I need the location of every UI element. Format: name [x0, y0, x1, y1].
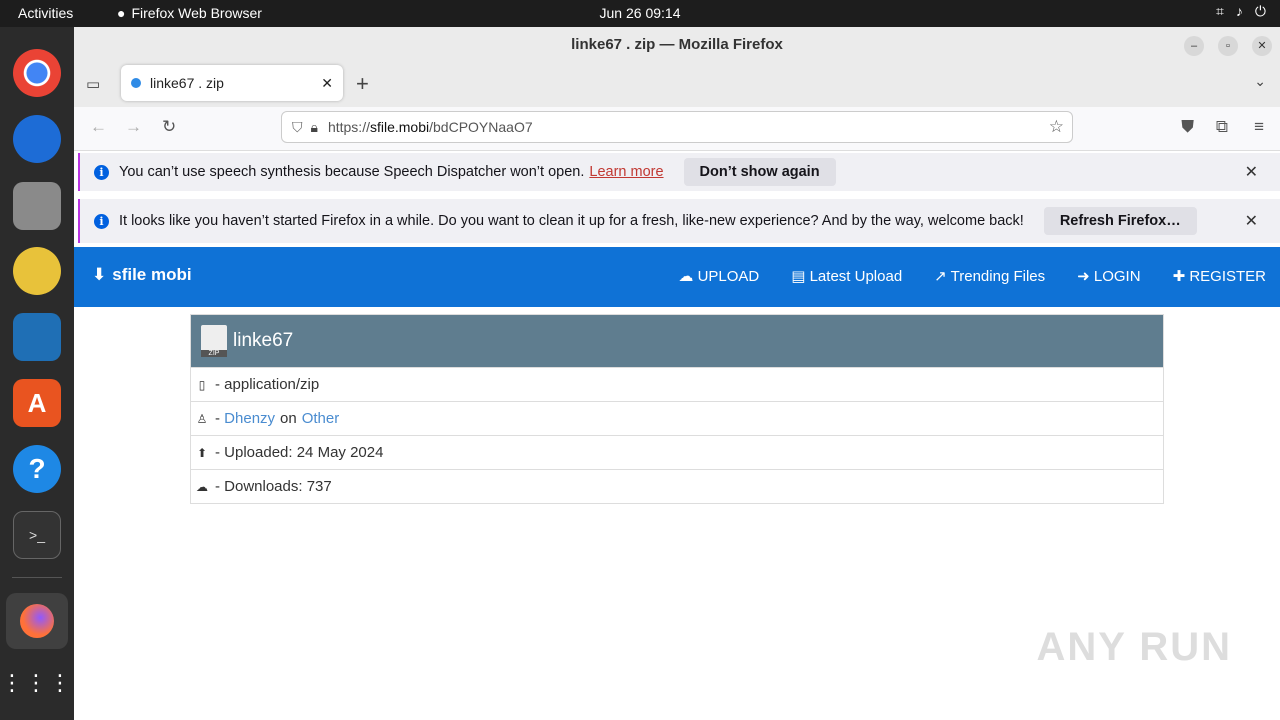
- menu-upload[interactable]: ☁ UPLOAD: [678, 267, 759, 285]
- zip-icon-label: ZIP: [201, 350, 227, 357]
- upload-icon: ⬆: [196, 445, 208, 460]
- tab-active[interactable]: linke67 . zip ✕: [121, 65, 343, 101]
- notification-speech: i You can’t use speech synthesis because…: [78, 153, 1280, 191]
- app-menu[interactable]: ● Firefox Web Browser: [117, 5, 262, 21]
- tab-close-icon[interactable]: ✕: [321, 75, 333, 92]
- close-window-button[interactable]: ✕: [1252, 36, 1272, 56]
- notification-text: It looks like you haven’t started Firefo…: [119, 213, 1024, 229]
- minimize-button[interactable]: –: [1184, 36, 1204, 56]
- dock-separator: [12, 577, 62, 578]
- menu-label: LOGIN: [1093, 268, 1141, 285]
- watermark: ANY RUN: [1036, 625, 1232, 669]
- downloads-row: ☁ - Downloads: 737: [191, 469, 1163, 503]
- volume-icon: ♪: [1235, 3, 1243, 19]
- info-icon: i: [94, 164, 109, 180]
- uploader-row: ♙ - Dhenzy on Other: [191, 401, 1163, 435]
- menu-label: REGISTER: [1189, 268, 1266, 285]
- chrome-icon[interactable]: [13, 49, 61, 97]
- shield-icon: ⛉: [292, 118, 303, 135]
- system-tray[interactable]: ⌗ ♪ ⏻: [1216, 3, 1266, 20]
- file-header: ZIP linke67: [191, 315, 1163, 367]
- category-link[interactable]: Other: [302, 410, 340, 427]
- notification-refresh: i It looks like you haven’t started Fire…: [78, 199, 1280, 243]
- app-center-icon[interactable]: A: [13, 379, 61, 427]
- url-prefix: https://: [327, 119, 370, 135]
- dont-show-again-button[interactable]: Don’t show again: [683, 158, 836, 186]
- url-bar[interactable]: ⛉ 🔒︎ https://sfile.mobi/bdCPOYNaaO7 ☆: [281, 111, 1073, 143]
- on-label: on: [280, 410, 297, 427]
- site-navbar: ⬇ sfile mobi ☁ UPLOAD ▤ Latest Upload ↗ T…: [74, 247, 1280, 307]
- tab-title: linke67 . zip: [150, 75, 224, 91]
- menu-icon[interactable]: ≡: [1254, 117, 1264, 137]
- files-icon[interactable]: [13, 182, 61, 230]
- menu-label: Trending Files: [950, 268, 1046, 285]
- firefox-icon: ●: [117, 5, 126, 21]
- firefox-window: linke67 . zip — Mozilla Firefox – ▫ ✕ ▭ …: [74, 27, 1280, 720]
- user-icon: ♙: [196, 411, 208, 426]
- dock: A ? >_ ⋮⋮⋮: [0, 27, 74, 720]
- brand-label: sfile mobi: [112, 265, 192, 284]
- maximize-button[interactable]: ▫: [1218, 36, 1238, 56]
- menu-latest-upload[interactable]: ▤ Latest Upload: [791, 267, 902, 285]
- back-button[interactable]: ←: [90, 117, 107, 137]
- pocket-icon[interactable]: ⛊: [1181, 117, 1194, 137]
- thunderbird-icon[interactable]: [13, 115, 61, 163]
- file-icon: ▯: [198, 377, 206, 392]
- file-mime: - application/zip: [215, 376, 320, 393]
- site-brand[interactable]: ⬇ sfile mobi: [92, 265, 192, 285]
- dash: -: [215, 410, 225, 427]
- uploaded-row: ⬆ - Uploaded: 24 May 2024: [191, 435, 1163, 469]
- forward-button[interactable]: →: [125, 117, 142, 137]
- bookmark-star-icon[interactable]: ☆: [1049, 117, 1064, 137]
- menu-trending-files[interactable]: ↗ Trending Files: [934, 267, 1045, 285]
- url-path: /bdCPOYNaaO7: [429, 119, 533, 135]
- window-titlebar: linke67 . zip — Mozilla Firefox – ▫ ✕: [74, 27, 1280, 63]
- upload-date: - Uploaded: 24 May 2024: [215, 444, 384, 461]
- menu-label: Latest Upload: [809, 268, 903, 285]
- network-icon: ⌗: [1216, 3, 1224, 19]
- cloud-download-icon: ☁: [196, 479, 208, 494]
- url-domain: sfile.mobi: [369, 119, 430, 135]
- tab-list-chevron-icon[interactable]: ⌄: [1254, 73, 1266, 90]
- file-name: linke67: [233, 330, 294, 351]
- show-apps-icon[interactable]: ⋮⋮⋮: [1, 659, 71, 707]
- file-info-panel: ZIP linke67 ▯ - application/zip ♙ - Dhenzy…: [190, 314, 1164, 504]
- zip-file-icon: ZIP: [201, 325, 227, 357]
- menu-register[interactable]: ✚ REGISTER: [1173, 267, 1266, 285]
- app-name: Firefox Web Browser: [131, 5, 262, 21]
- help-icon[interactable]: ?: [13, 445, 61, 493]
- menu-label: UPLOAD: [697, 268, 760, 285]
- firefox-icon: [20, 604, 54, 638]
- new-tab-button[interactable]: +: [356, 71, 369, 97]
- close-notification-icon[interactable]: ✕: [1245, 162, 1258, 182]
- favicon-icon: [131, 78, 141, 88]
- power-icon: ⏻: [1254, 3, 1266, 19]
- system-top-bar: Activities ● Firefox Web Browser Jun 26 0…: [0, 0, 1280, 27]
- activities-button[interactable]: Activities: [18, 5, 73, 21]
- uploader-link[interactable]: Dhenzy: [224, 410, 275, 427]
- terminal-icon[interactable]: >_: [13, 511, 61, 559]
- download-count: - Downloads: 737: [215, 478, 332, 495]
- notification-text: You can’t use speech synthesis because S…: [119, 164, 585, 180]
- writer-icon[interactable]: [13, 313, 61, 361]
- extensions-icon[interactable]: ⧉: [1216, 117, 1228, 137]
- firefox-view-icon[interactable]: ▭: [86, 75, 100, 93]
- firefox-dock-item[interactable]: [6, 593, 68, 649]
- window-title: linke67 . zip — Mozilla Firefox: [571, 36, 783, 53]
- menu-login[interactable]: ➜ LOGIN: [1077, 267, 1140, 285]
- rhythmbox-icon[interactable]: [13, 247, 61, 295]
- file-type-row: ▯ - application/zip: [191, 367, 1163, 401]
- download-icon: ⬇: [92, 265, 107, 284]
- learn-more-link[interactable]: Learn more: [589, 164, 663, 180]
- info-icon: i: [94, 213, 109, 229]
- reload-button[interactable]: ↻: [162, 117, 176, 137]
- tab-bar: ▭ linke67 . zip ✕ + ⌄: [74, 63, 1280, 107]
- lock-icon: 🔒︎: [310, 118, 318, 135]
- site-menu: ☁ UPLOAD ▤ Latest Upload ↗ Trending File…: [678, 267, 1266, 285]
- nav-bar: ← → ↻ ⛉ 🔒︎ https://sfile.mobi/bdCPOYNaaO…: [74, 107, 1280, 151]
- refresh-firefox-button[interactable]: Refresh Firefox…: [1043, 207, 1197, 235]
- close-notification-icon[interactable]: ✕: [1245, 211, 1258, 231]
